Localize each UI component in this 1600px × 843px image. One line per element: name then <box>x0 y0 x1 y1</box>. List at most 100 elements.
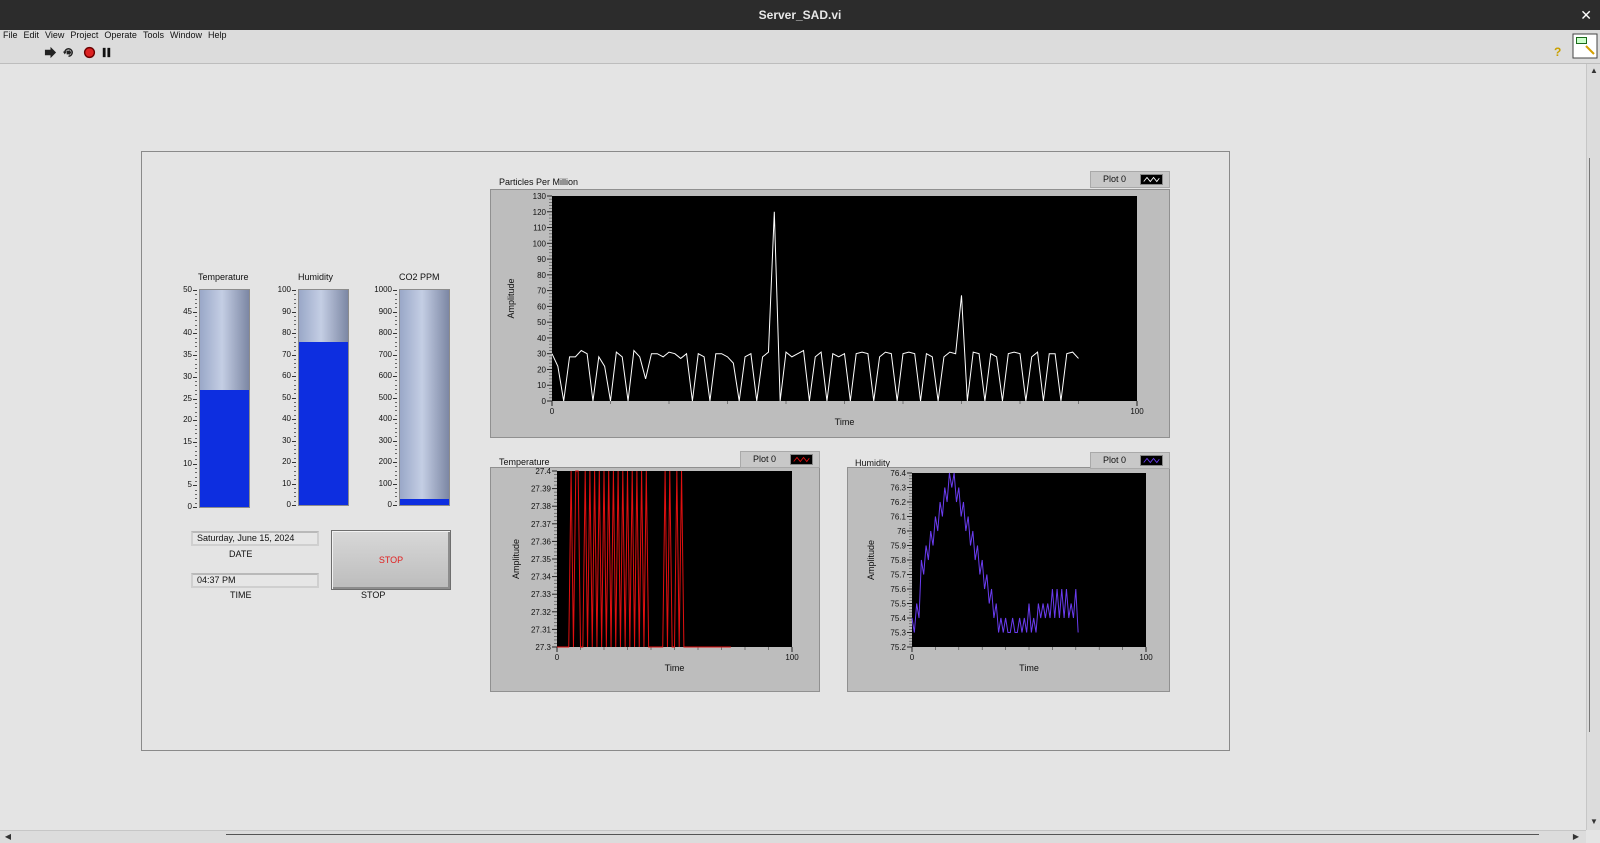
tank-0 <box>199 289 250 508</box>
tank-minor-tick <box>195 320 197 322</box>
scroll-left-icon[interactable]: ◀ <box>2 831 14 843</box>
tank-minor-tick <box>195 368 197 370</box>
tank-scale-label: 10 <box>183 458 192 468</box>
menu-help[interactable]: Help <box>205 30 230 41</box>
tank-minor-tick <box>294 393 296 395</box>
tank-minor-tick <box>195 446 197 448</box>
y-tick-label: 76.2 <box>890 498 906 507</box>
tank-minor-tick <box>195 346 197 348</box>
tank-major-tick <box>193 441 197 443</box>
abort-icon[interactable] <box>83 46 96 59</box>
tank-scale-label: 5 <box>187 480 192 490</box>
pause-icon[interactable] <box>100 46 113 59</box>
tank-minor-tick <box>294 479 296 481</box>
tank-minor-tick <box>195 433 197 435</box>
tank-major-tick <box>292 462 296 463</box>
tank-major-tick <box>393 505 397 506</box>
tank-minor-tick <box>195 493 197 495</box>
tank-scale-label: 20 <box>183 415 192 425</box>
tank-humidity-label: Humidity <box>298 272 334 282</box>
tank-minor-tick <box>294 363 296 365</box>
plot-area <box>552 196 1137 401</box>
tank-minor-tick <box>294 500 296 502</box>
tank-minor-tick <box>395 363 397 365</box>
menu-tools[interactable]: Tools <box>140 30 167 41</box>
menu-operate[interactable]: Operate <box>101 30 140 41</box>
tank-major-tick <box>393 354 397 356</box>
tank-minor-tick <box>294 328 296 330</box>
y-tick-label: 27.3 <box>535 643 551 652</box>
tank-major-tick <box>292 376 296 377</box>
horizontal-scrollbar[interactable]: ◀ ▶ <box>0 830 1586 843</box>
tank-minor-tick <box>395 324 397 326</box>
tank-minor-tick <box>294 457 296 459</box>
menu-file[interactable]: File <box>0 30 21 41</box>
vertical-scrollbar[interactable]: ▲ ▼ <box>1586 64 1600 830</box>
tank-minor-tick <box>395 294 397 296</box>
tank-minor-tick <box>195 324 197 326</box>
x-tick-label: 0 <box>550 407 555 416</box>
y-tick-label: 27.39 <box>531 485 552 494</box>
legend-ppm[interactable]: Plot 0 <box>1090 171 1170 188</box>
tank-minor-tick <box>294 384 296 386</box>
tank-scale-label: 1000 <box>374 285 392 294</box>
tank-scale-label: 0 <box>187 502 192 511</box>
tank-major-tick <box>393 333 397 334</box>
tank-minor-tick <box>294 466 296 468</box>
y-tick-label: 27.34 <box>531 573 552 582</box>
tank-minor-tick <box>195 424 197 426</box>
tank-fill-2 <box>400 498 449 505</box>
x-tick-label: 0 <box>555 653 560 662</box>
tank-minor-tick <box>195 472 197 474</box>
run-continuously-icon[interactable] <box>62 46 75 59</box>
menu-edit[interactable]: Edit <box>21 30 43 41</box>
tank-minor-tick <box>195 476 197 478</box>
tank-minor-tick <box>195 359 197 361</box>
tank-minor-tick <box>195 303 197 305</box>
x-axis-label: Time <box>1019 663 1039 673</box>
tank-scale-label: 100 <box>378 478 392 488</box>
tank-major-tick <box>193 290 197 291</box>
tank-minor-tick <box>195 307 197 309</box>
tank-minor-tick <box>195 337 197 339</box>
menu-view[interactable]: View <box>42 30 67 41</box>
tank-fill-0 <box>200 389 249 507</box>
tank-scale-label: 300 <box>378 435 392 445</box>
help-icon[interactable]: ? <box>1554 45 1561 59</box>
y-tick-label: 70 <box>537 287 546 296</box>
y-tick-label: 100 <box>533 239 547 248</box>
tank-scale-label: 40 <box>183 328 192 338</box>
tank-major-tick <box>292 419 296 420</box>
tank-scale-label: 30 <box>183 371 192 381</box>
tank-minor-tick <box>294 341 296 343</box>
vi-connector-icon[interactable] <box>1572 33 1598 59</box>
x-tick-label: 100 <box>1139 653 1153 662</box>
menu-window[interactable]: Window <box>167 30 205 41</box>
close-icon[interactable]: ✕ <box>1580 0 1592 30</box>
tank-minor-tick <box>294 315 296 317</box>
tank-minor-tick <box>294 444 296 446</box>
tank-minor-tick <box>395 341 397 343</box>
tank-scale-label: 25 <box>183 393 192 403</box>
tank-major-tick <box>393 311 397 313</box>
tank-minor-tick <box>195 411 197 413</box>
run-arrow-icon[interactable] <box>44 46 57 59</box>
tank-scale-label: 200 <box>378 457 392 466</box>
vertical-scroll-thumb[interactable] <box>1589 158 1599 732</box>
scroll-up-icon[interactable]: ▲ <box>1588 65 1600 77</box>
scroll-right-icon[interactable]: ▶ <box>1570 831 1582 843</box>
tank-minor-tick <box>195 454 197 456</box>
menu-project[interactable]: Project <box>67 30 101 41</box>
y-tick-label: 76.1 <box>890 513 906 522</box>
tank-major-tick <box>393 290 397 291</box>
horizontal-scroll-thumb[interactable] <box>226 834 1539 842</box>
scroll-down-icon[interactable]: ▼ <box>1588 816 1600 828</box>
legend-temperature[interactable]: Plot 0 <box>740 451 820 468</box>
tank-major-tick <box>393 397 397 399</box>
tank-minor-tick <box>395 315 397 317</box>
tank-minor-tick <box>395 414 397 416</box>
tank-minor-tick <box>294 470 296 472</box>
tank-minor-tick <box>395 431 397 433</box>
stop-button[interactable]: STOP <box>331 530 451 590</box>
tank-minor-tick <box>294 423 296 425</box>
